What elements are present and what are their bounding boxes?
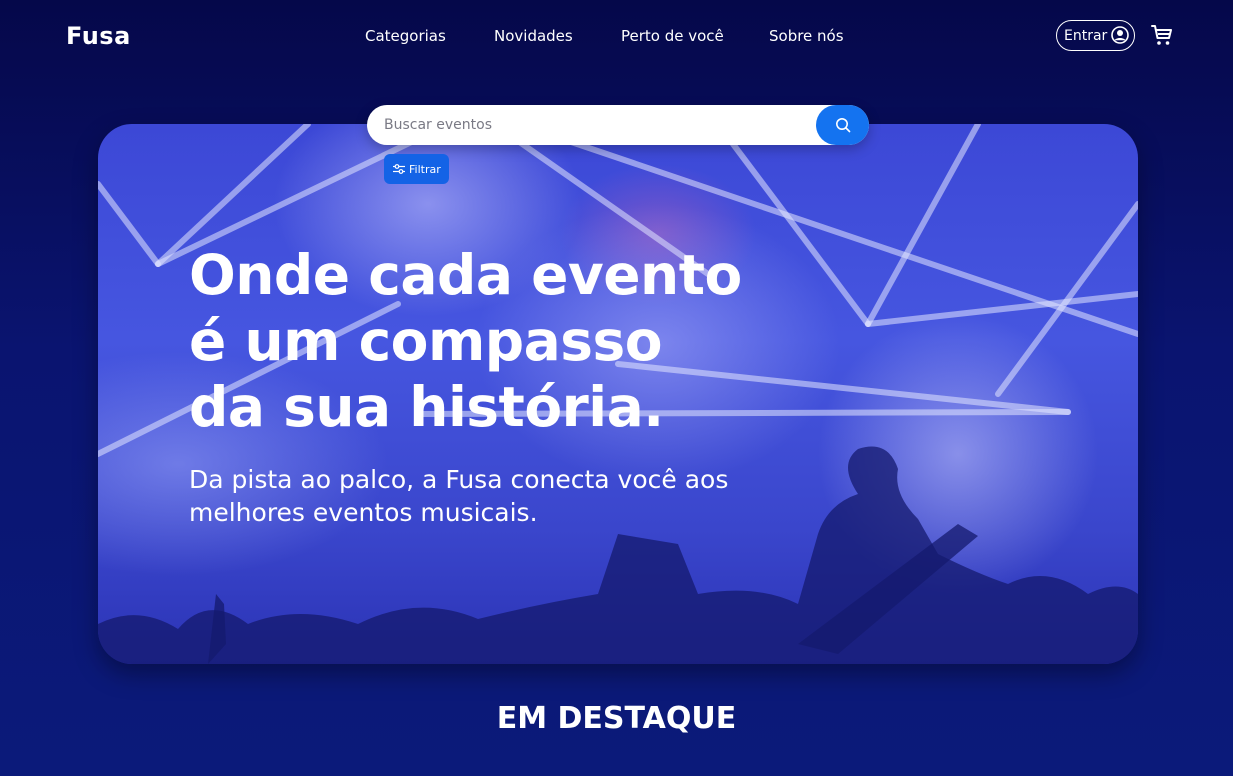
login-label: Entrar xyxy=(1064,27,1108,44)
featured-section-title: EM DESTAQUE xyxy=(496,701,737,736)
shopping-cart-icon[interactable] xyxy=(1150,23,1174,47)
filter-label: Filtrar xyxy=(409,162,441,176)
nav-item-perto-de-voce[interactable]: Perto de você xyxy=(621,27,724,45)
filter-button[interactable]: Filtrar xyxy=(384,154,449,184)
site-header: Fusa Categorias Novidades Perto de você … xyxy=(0,0,1233,72)
page: Fusa Categorias Novidades Perto de você … xyxy=(0,0,1233,776)
nav-item-categorias[interactable]: Categorias xyxy=(365,27,446,45)
search-button[interactable] xyxy=(816,105,869,145)
sliders-icon xyxy=(393,164,405,174)
login-button[interactable]: Entrar xyxy=(1056,20,1135,51)
hero-title: Onde cada evento é um compasso da sua hi… xyxy=(189,243,742,439)
logo[interactable]: Fusa xyxy=(66,22,131,50)
user-circle-icon xyxy=(1111,26,1129,44)
nav-item-sobre-nos[interactable]: Sobre nós xyxy=(769,27,844,45)
nav-item-novidades[interactable]: Novidades xyxy=(494,27,573,45)
hero-subtitle: Da pista ao palco, a Fusa conecta você a… xyxy=(189,465,729,527)
search-icon xyxy=(835,118,850,133)
search-input[interactable] xyxy=(384,115,804,135)
search-bar xyxy=(367,105,869,145)
hero-banner: Onde cada evento é um compasso da sua hi… xyxy=(98,124,1138,664)
